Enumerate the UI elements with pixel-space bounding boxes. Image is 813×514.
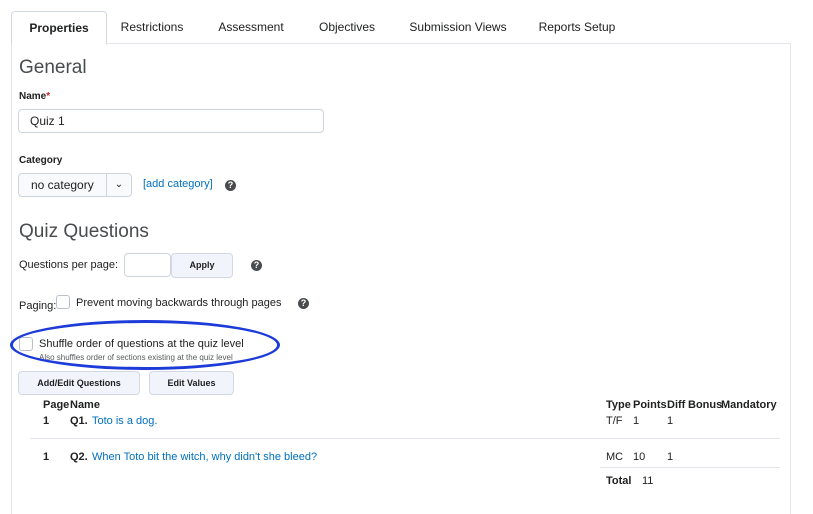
question-link[interactable]: When Toto bit the witch, why didn't she … <box>92 451 317 463</box>
tab-assessment[interactable]: Assessment <box>203 11 299 43</box>
tab-restrictions[interactable]: Restrictions <box>109 11 195 43</box>
row-page: 1 <box>43 451 50 463</box>
row-question-number: Q2. <box>70 451 88 463</box>
edit-values-button[interactable]: Edit Values <box>149 371 234 395</box>
total-divider <box>600 467 780 468</box>
help-icon[interactable]: ? <box>298 298 309 309</box>
tab-submission-views[interactable]: Submission Views <box>403 11 513 43</box>
column-header-points: Points <box>633 399 667 411</box>
paging-label: Paging: <box>19 300 57 312</box>
questions-per-page-input[interactable] <box>124 253 171 277</box>
row-divider <box>30 438 780 439</box>
column-header-name: Name <box>70 399 100 411</box>
column-header-bonus: Bonus <box>688 399 723 411</box>
tab-properties[interactable]: Properties <box>11 11 107 45</box>
row-type: T/F <box>606 415 623 427</box>
column-header-diff: Diff <box>667 399 686 411</box>
questions-per-page-label: Questions per page: <box>19 259 119 271</box>
row-question-number: Q1. <box>70 415 88 427</box>
add-category-link[interactable]: [add category] <box>143 178 213 190</box>
row-page: 1 <box>43 415 50 427</box>
prevent-backwards-label: Prevent moving backwards through pages <box>76 297 282 309</box>
name-label: Name* <box>19 91 51 102</box>
quiz-questions-heading: Quiz Questions <box>19 221 149 242</box>
help-icon[interactable]: ? <box>251 260 262 271</box>
required-marker: * <box>46 91 51 102</box>
general-heading: General <box>19 57 87 78</box>
chevron-down-icon: ⌄ <box>106 174 131 196</box>
column-header-mandatory: Mandatory <box>721 399 777 411</box>
column-header-type: Type <box>606 399 631 411</box>
highlight-ellipse <box>10 320 280 370</box>
name-input[interactable]: Quiz 1 <box>18 109 324 133</box>
add-edit-questions-button[interactable]: Add/Edit Questions <box>18 371 140 395</box>
row-type: MC <box>606 451 624 463</box>
row-diff: 1 <box>667 451 674 463</box>
category-select-value: no category <box>31 178 94 192</box>
total-label: Total <box>606 475 632 487</box>
question-link[interactable]: Toto is a dog. <box>92 415 157 427</box>
row-points: 1 <box>633 415 640 427</box>
tab-objectives[interactable]: Objectives <box>307 11 387 43</box>
apply-button[interactable]: Apply <box>171 253 233 278</box>
category-label: Category <box>19 155 63 166</box>
total-value: 11 <box>642 475 654 487</box>
tab-reports-setup[interactable]: Reports Setup <box>531 11 623 43</box>
row-points: 10 <box>633 451 646 463</box>
column-header-page: Page <box>43 399 70 411</box>
category-select[interactable]: no category ⌄ <box>18 173 132 197</box>
prevent-backwards-checkbox[interactable] <box>56 295 70 309</box>
row-diff: 1 <box>667 415 674 427</box>
help-icon[interactable]: ? <box>225 180 236 191</box>
